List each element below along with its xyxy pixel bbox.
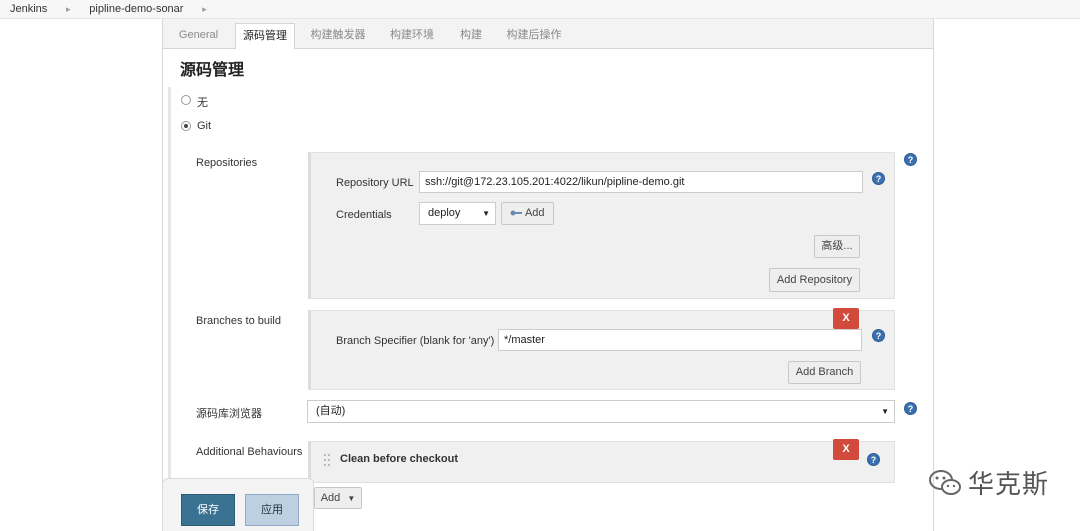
watermark: 华克斯 <box>928 465 1053 500</box>
add-credentials-label: Add <box>524 207 545 219</box>
key-icon <box>510 210 523 216</box>
branch-specifier-help-icon[interactable]: ? <box>872 329 885 342</box>
credentials-value: deploy <box>428 207 461 219</box>
branches-label: Branches to build <box>196 315 281 327</box>
repositories-label: Repositories <box>196 157 258 169</box>
dropdown-caret-icon: ▼ <box>347 494 356 503</box>
watermark-text: 华克斯 <box>968 470 1050 500</box>
add-credentials-button[interactable]: Add <box>501 202 554 225</box>
wechat-icon <box>929 469 961 495</box>
apply-button[interactable]: 应用 <box>245 494 299 526</box>
tab-build-triggers[interactable]: 构建触发器 <box>303 23 373 50</box>
source-browser-value: (自动) <box>316 405 346 417</box>
additional-behaviours-label: Additional Behaviours <box>196 446 303 458</box>
scm-git-radio[interactable] <box>181 121 191 131</box>
clean-before-checkout-label: Clean before checkout <box>340 453 458 465</box>
scm-git-label: Git <box>197 120 212 132</box>
add-behaviour-button[interactable]: Add ▼ <box>314 487 362 509</box>
repository-url-input[interactable]: ssh://git@172.23.105.201:4022/likun/pipl… <box>419 171 863 193</box>
add-repository-button[interactable]: Add Repository <box>769 268 860 292</box>
tab-post-build[interactable]: 构建后操作 <box>499 23 569 50</box>
breadcrumb-job[interactable]: pipline-demo-sonar <box>79 3 193 15</box>
repository-url-help-icon[interactable]: ? <box>872 172 885 185</box>
add-behaviour-label: Add <box>320 492 341 504</box>
dropdown-caret-icon: ▼ <box>881 407 889 416</box>
credentials-select[interactable]: deploy ▼ <box>419 202 496 225</box>
config-panel: General 源码管理 构建触发器 构建环境 构建 构建后操作 源码管理 无 … <box>162 19 934 531</box>
tab-general[interactable]: General <box>170 23 227 50</box>
repository-url-label: Repository URL <box>336 177 414 189</box>
tab-scm[interactable]: 源码管理 <box>235 23 295 50</box>
dropdown-caret-icon: ▼ <box>482 209 490 218</box>
tab-build-env[interactable]: 构建环境 <box>381 23 443 50</box>
advanced-button[interactable]: 高级... <box>814 235 860 258</box>
repositories-help-icon[interactable]: ? <box>904 153 917 166</box>
branch-specifier-label: Branch Specifier (blank for 'any') <box>336 335 495 347</box>
repository-block: Repository URL ssh://git@172.23.105.201:… <box>308 152 895 299</box>
section-title: 源码管理 <box>180 60 245 79</box>
tab-bar: General 源码管理 构建触发器 构建环境 构建 构建后操作 <box>163 19 933 50</box>
breadcrumb-separator[interactable]: ▸ <box>193 4 215 15</box>
credentials-label: Credentials <box>336 209 392 221</box>
source-browser-select[interactable]: (自动) ▼ <box>307 400 895 423</box>
scm-none-radio[interactable] <box>181 95 191 105</box>
source-browser-label: 源码库浏览器 <box>196 408 262 420</box>
delete-behaviour-button[interactable]: X <box>833 439 859 460</box>
branch-block: Branch Specifier (blank for 'any') */mas… <box>308 310 895 390</box>
save-button[interactable]: 保存 <box>181 494 235 526</box>
breadcrumb-separator: ▸ <box>66 3 71 14</box>
section-divider <box>168 87 171 531</box>
drag-handle-icon[interactable] <box>324 454 331 466</box>
tab-build[interactable]: 构建 <box>451 23 491 50</box>
add-branch-button[interactable]: Add Branch <box>788 361 861 384</box>
breadcrumb-jenkins[interactable]: Jenkins <box>0 3 57 15</box>
source-browser-help-icon[interactable]: ? <box>904 402 917 415</box>
behaviour-help-icon[interactable]: ? <box>867 453 880 466</box>
delete-branch-button[interactable]: X <box>833 308 859 329</box>
scm-none-label: 无 <box>197 97 208 109</box>
form-footer: 保存 应用 <box>162 478 314 531</box>
breadcrumb: Jenkins ▸ pipline-demo-sonar ▸ <box>0 0 1080 19</box>
branch-specifier-input[interactable]: */master <box>498 329 862 351</box>
behaviour-block: Clean before checkout <box>308 441 895 483</box>
